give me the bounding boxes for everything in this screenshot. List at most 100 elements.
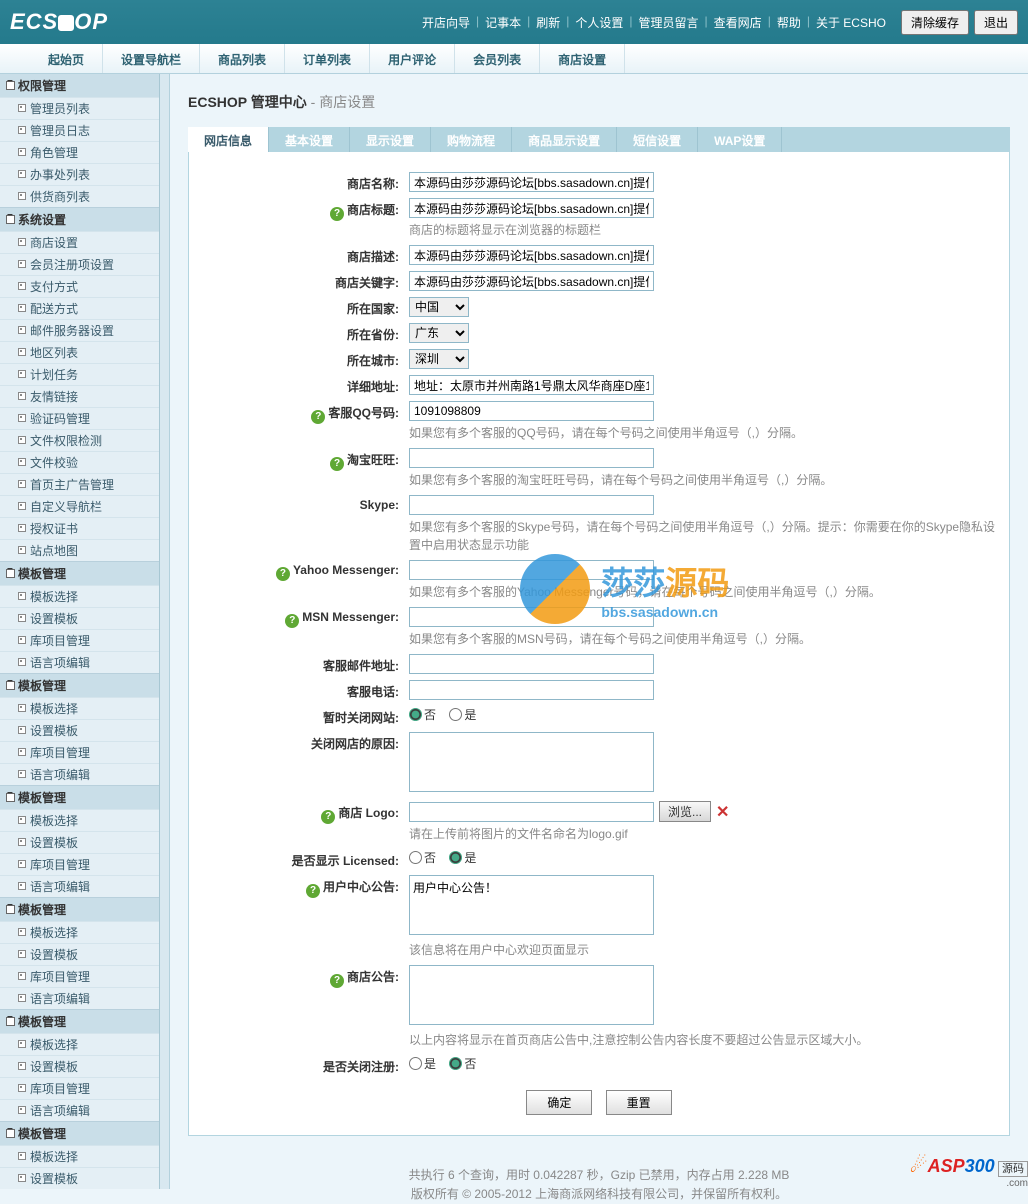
msn-input[interactable] xyxy=(409,607,654,627)
shop-title-input[interactable] xyxy=(409,198,654,218)
sidebar-item[interactable]: 设置模板 xyxy=(0,719,159,741)
help-icon[interactable]: ? xyxy=(330,207,344,221)
top-link[interactable]: 刷新 xyxy=(536,14,560,31)
email-input[interactable] xyxy=(409,654,654,674)
city-select[interactable]: 深圳 xyxy=(409,349,469,369)
sidebar-item[interactable]: 库项目管理 xyxy=(0,853,159,875)
shop-name-input[interactable] xyxy=(409,172,654,192)
drag-handle[interactable] xyxy=(160,74,170,1189)
sidebar-item[interactable]: 计划任务 xyxy=(0,363,159,385)
country-select[interactable]: 中国 xyxy=(409,297,469,317)
help-icon[interactable]: ? xyxy=(311,410,325,424)
sidebar-item[interactable]: 库项目管理 xyxy=(0,965,159,987)
help-icon[interactable]: ? xyxy=(306,884,320,898)
sidebar-item[interactable]: 支付方式 xyxy=(0,275,159,297)
help-icon[interactable]: ? xyxy=(285,614,299,628)
sidebar-item[interactable]: 设置模板 xyxy=(0,1167,159,1189)
nav-item[interactable]: 设置导航栏 xyxy=(103,44,200,73)
sidebar-item[interactable]: 模板选择 xyxy=(0,1145,159,1167)
top-link[interactable]: 关于 ECSHO xyxy=(816,14,886,31)
tab[interactable]: WAP设置 xyxy=(698,127,782,152)
top-link[interactable]: 个人设置 xyxy=(575,14,623,31)
licensed-no-radio[interactable]: 否 xyxy=(409,851,436,865)
tab[interactable]: 网店信息 xyxy=(188,127,269,152)
sidebar-group-header[interactable]: 模板管理 xyxy=(0,898,159,921)
sidebar-item[interactable]: 模板选择 xyxy=(0,697,159,719)
browse-button[interactable]: 浏览... xyxy=(659,801,711,822)
sidebar-item[interactable]: 库项目管理 xyxy=(0,629,159,651)
sidebar-item[interactable]: 办事处列表 xyxy=(0,163,159,185)
sidebar-item[interactable]: 语言项编辑 xyxy=(0,875,159,897)
nav-item[interactable]: 商品列表 xyxy=(200,44,285,73)
shop-notice-textarea[interactable] xyxy=(409,965,654,1025)
help-icon[interactable]: ? xyxy=(321,810,335,824)
sidebar-item[interactable]: 模板选择 xyxy=(0,1033,159,1055)
sidebar-item[interactable]: 库项目管理 xyxy=(0,1077,159,1099)
sidebar-item[interactable]: 首页主广告管理 xyxy=(0,473,159,495)
help-icon[interactable]: ? xyxy=(276,567,290,581)
sidebar-group-header[interactable]: 模板管理 xyxy=(0,1122,159,1145)
sidebar-item[interactable]: 角色管理 xyxy=(0,141,159,163)
sidebar-item[interactable]: 配送方式 xyxy=(0,297,159,319)
sidebar-item[interactable]: 友情链接 xyxy=(0,385,159,407)
nav-item[interactable]: 商店设置 xyxy=(540,44,625,73)
top-link[interactable]: 帮助 xyxy=(777,14,801,31)
nav-item[interactable]: 订单列表 xyxy=(285,44,370,73)
close-no-radio[interactable]: 否 xyxy=(409,708,436,722)
nav-item[interactable]: 会员列表 xyxy=(455,44,540,73)
province-select[interactable]: 广东 xyxy=(409,323,469,343)
sidebar-item[interactable]: 模板选择 xyxy=(0,585,159,607)
sidebar-group-header[interactable]: 系统设置 xyxy=(0,208,159,231)
sidebar-item[interactable]: 授权证书 xyxy=(0,517,159,539)
shop-kw-input[interactable] xyxy=(409,271,654,291)
licensed-yes-radio[interactable]: 是 xyxy=(449,851,476,865)
help-icon[interactable]: ? xyxy=(330,457,344,471)
help-icon[interactable]: ? xyxy=(330,974,344,988)
sidebar-item[interactable]: 站点地图 xyxy=(0,539,159,561)
tab[interactable]: 购物流程 xyxy=(431,127,512,152)
tab[interactable]: 短信设置 xyxy=(617,127,698,152)
close-reason-textarea[interactable] xyxy=(409,732,654,792)
reset-button[interactable]: 重置 xyxy=(606,1090,672,1115)
sidebar-item[interactable]: 会员注册项设置 xyxy=(0,253,159,275)
shop-desc-input[interactable] xyxy=(409,245,654,265)
close-yes-radio[interactable]: 是 xyxy=(449,708,476,722)
tab[interactable]: 显示设置 xyxy=(350,127,431,152)
sidebar-item[interactable]: 模板选择 xyxy=(0,921,159,943)
ww-input[interactable] xyxy=(409,448,654,468)
sidebar-item[interactable]: 设置模板 xyxy=(0,1055,159,1077)
sidebar[interactable]: 权限管理管理员列表管理员日志角色管理办事处列表供货商列表系统设置商店设置会员注册… xyxy=(0,74,160,1189)
yahoo-input[interactable] xyxy=(409,560,654,580)
tel-input[interactable] xyxy=(409,680,654,700)
sidebar-item[interactable]: 管理员列表 xyxy=(0,97,159,119)
top-link[interactable]: 记事本 xyxy=(485,14,521,31)
nav-item[interactable]: 用户评论 xyxy=(370,44,455,73)
skype-input[interactable] xyxy=(409,495,654,515)
logo-path-input[interactable] xyxy=(409,802,654,822)
sidebar-group-header[interactable]: 模板管理 xyxy=(0,786,159,809)
top-link[interactable]: 开店向导 xyxy=(422,14,470,31)
sidebar-item[interactable]: 语言项编辑 xyxy=(0,763,159,785)
sidebar-item[interactable]: 语言项编辑 xyxy=(0,651,159,673)
sidebar-group-header[interactable]: 模板管理 xyxy=(0,1010,159,1033)
sidebar-item[interactable]: 文件校验 xyxy=(0,451,159,473)
addr-input[interactable] xyxy=(409,375,654,395)
sidebar-item[interactable]: 邮件服务器设置 xyxy=(0,319,159,341)
tab[interactable]: 基本设置 xyxy=(269,127,350,152)
top-link[interactable]: 查看网店 xyxy=(714,14,762,31)
sidebar-item[interactable]: 管理员日志 xyxy=(0,119,159,141)
sidebar-item[interactable]: 文件权限检测 xyxy=(0,429,159,451)
sidebar-item[interactable]: 自定义导航栏 xyxy=(0,495,159,517)
sidebar-item[interactable]: 验证码管理 xyxy=(0,407,159,429)
sidebar-item[interactable]: 设置模板 xyxy=(0,831,159,853)
qq-input[interactable] xyxy=(409,401,654,421)
sidebar-item[interactable]: 设置模板 xyxy=(0,943,159,965)
clear-cache-button[interactable]: 清除缓存 xyxy=(901,10,969,35)
sidebar-item[interactable]: 设置模板 xyxy=(0,607,159,629)
tab[interactable]: 商品显示设置 xyxy=(512,127,617,152)
sidebar-item[interactable]: 语言项编辑 xyxy=(0,987,159,1009)
nav-item[interactable]: 起始页 xyxy=(30,44,103,73)
top-link[interactable]: 管理员留言 xyxy=(639,14,699,31)
sidebar-item[interactable]: 地区列表 xyxy=(0,341,159,363)
sidebar-group-header[interactable]: 模板管理 xyxy=(0,562,159,585)
